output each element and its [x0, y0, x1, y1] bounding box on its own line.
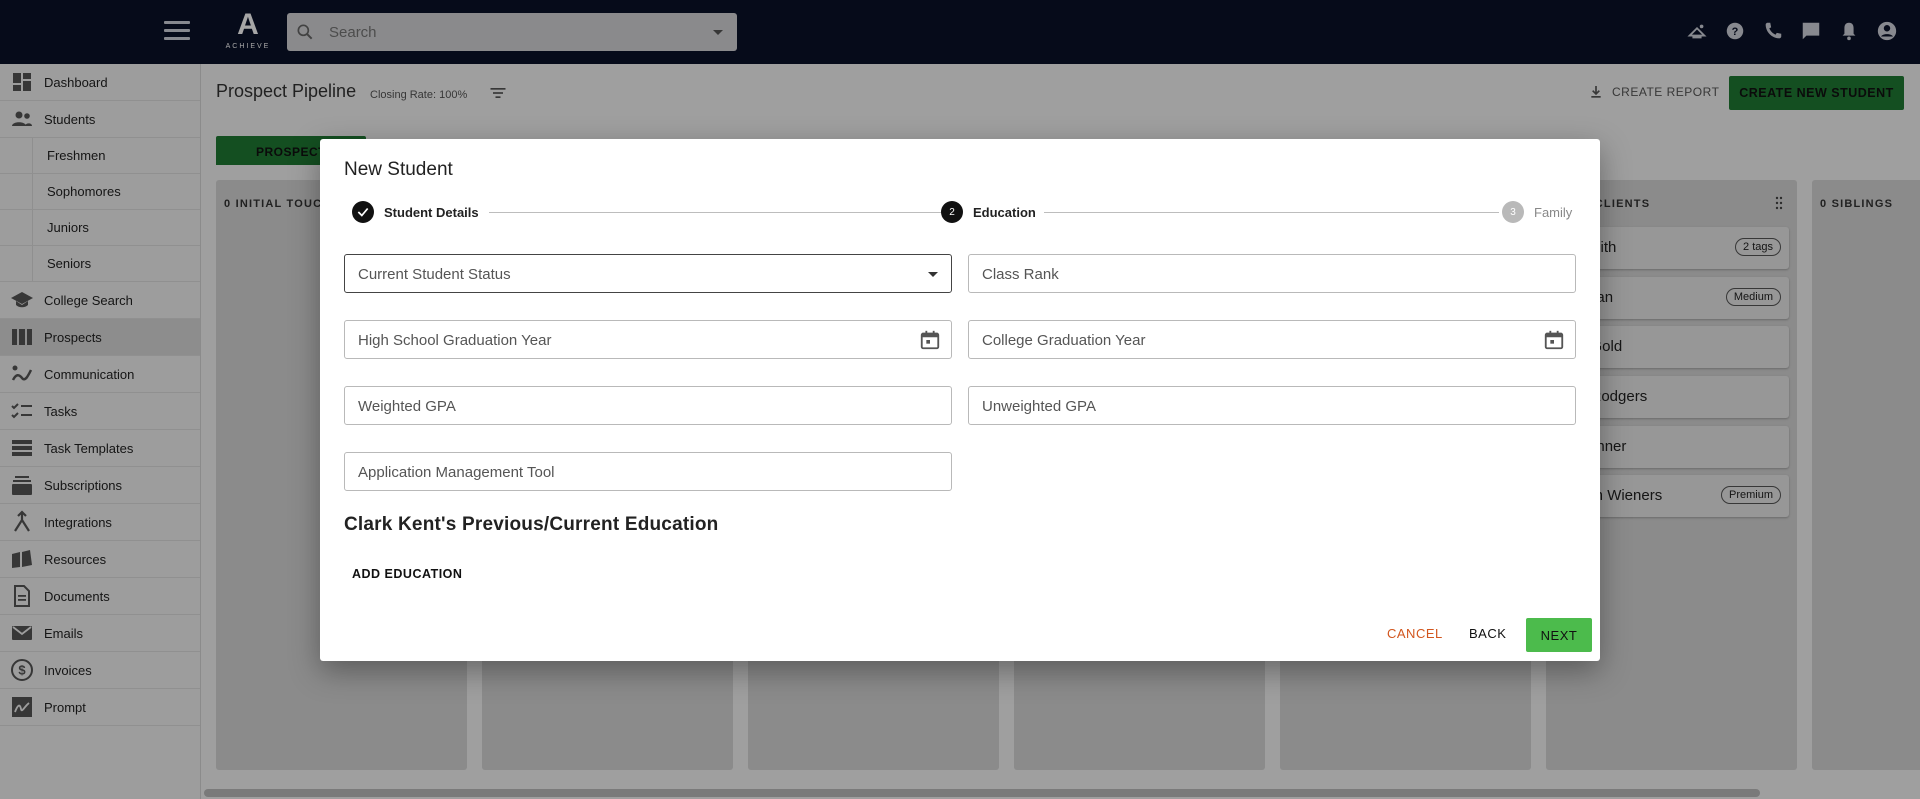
dialog-title: New Student [344, 159, 453, 180]
field-label: Class Rank [982, 266, 1059, 283]
step-connector [1044, 212, 1499, 213]
next-button[interactable]: NEXT [1526, 618, 1592, 652]
cancel-button[interactable]: CANCEL [1387, 626, 1443, 641]
field-label: Current Student Status [358, 266, 511, 283]
education-section-title: Clark Kent's Previous/Current Education [344, 514, 719, 535]
stepper: Student Details 2 Education 3 Family [352, 201, 1572, 223]
new-student-dialog: New Student Student Details 2 Education … [320, 139, 1600, 661]
unweighted-gpa-field[interactable]: Unweighted GPA [968, 386, 1576, 425]
calendar-icon[interactable] [1543, 329, 1565, 351]
step-label: Education [973, 204, 1036, 220]
application-management-tool-field[interactable]: Application Management Tool [344, 452, 952, 491]
step-number: 3 [1502, 201, 1524, 223]
high-school-graduation-year-field[interactable]: High School Graduation Year [344, 320, 952, 359]
current-student-status-select[interactable]: Current Student Status [344, 254, 952, 293]
college-graduation-year-field[interactable]: College Graduation Year [968, 320, 1576, 359]
check-icon [352, 201, 374, 223]
field-label: Application Management Tool [358, 464, 555, 481]
field-label: College Graduation Year [982, 332, 1146, 349]
step-student-details[interactable]: Student Details [352, 201, 479, 223]
field-label: Unweighted GPA [982, 398, 1096, 415]
back-button[interactable]: BACK [1469, 626, 1506, 641]
dropdown-arrow-icon [928, 272, 938, 277]
class-rank-field[interactable]: Class Rank [968, 254, 1576, 293]
field-label: High School Graduation Year [358, 332, 552, 349]
step-education[interactable]: 2 Education [941, 201, 1036, 223]
step-connector [489, 212, 944, 213]
step-number: 2 [941, 201, 963, 223]
add-education-button[interactable]: ADD EDUCATION [352, 567, 462, 581]
step-family[interactable]: 3 Family [1502, 201, 1572, 223]
calendar-icon[interactable] [919, 329, 941, 351]
weighted-gpa-field[interactable]: Weighted GPA [344, 386, 952, 425]
field-label: Weighted GPA [358, 398, 456, 415]
step-label: Student Details [384, 204, 479, 220]
step-label: Family [1534, 204, 1573, 220]
